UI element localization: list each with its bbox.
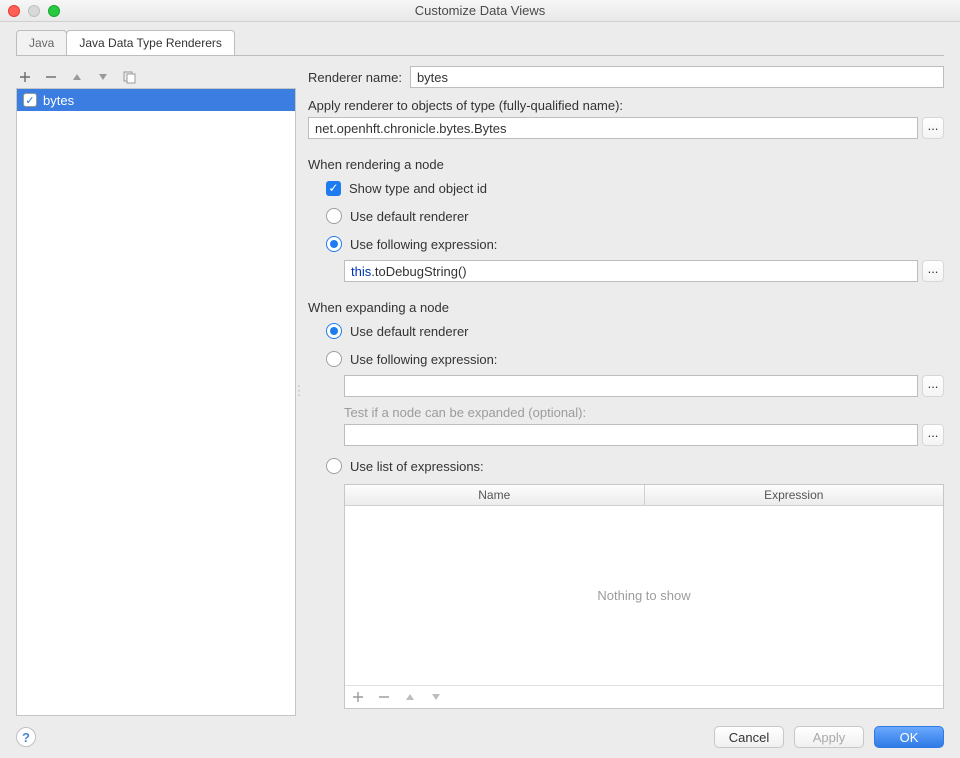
remove-icon[interactable] [44, 70, 58, 84]
expand-expression-label: Use following expression: [350, 352, 497, 367]
table-toolbar [345, 685, 943, 708]
copy-icon[interactable] [122, 70, 136, 84]
renderer-name-label: Renderer name: [308, 70, 402, 85]
dialog-buttons: ? Cancel Apply OK [0, 716, 960, 758]
ok-button[interactable]: OK [874, 726, 944, 748]
cancel-button[interactable]: Cancel [714, 726, 784, 748]
col-name[interactable]: Name [345, 485, 645, 505]
render-expression-label: Use following expression: [350, 237, 497, 252]
table-move-up-icon[interactable] [403, 690, 417, 704]
move-up-icon[interactable] [70, 70, 84, 84]
expand-expression-browse-button[interactable]: ... [922, 375, 944, 397]
renderer-list-pane: ✓ bytes [16, 66, 296, 716]
col-expression[interactable]: Expression [645, 485, 944, 505]
list-item-label: bytes [43, 93, 74, 108]
move-down-icon[interactable] [96, 70, 110, 84]
render-default-radio[interactable] [326, 208, 342, 224]
render-expression-input[interactable]: this.toDebugString() [344, 260, 918, 282]
test-expand-label: Test if a node can be expanded (optional… [308, 405, 944, 420]
apply-type-label: Apply renderer to objects of type (fully… [308, 98, 623, 113]
renderer-list[interactable]: ✓ bytes [16, 88, 296, 716]
main: ✓ bytes ⋮ Renderer name: Apply renderer … [0, 56, 960, 716]
expression-table: Name Expression Nothing to show [344, 484, 944, 709]
render-expression-radio[interactable] [326, 236, 342, 252]
render-expression-browse-button[interactable]: ... [922, 260, 944, 282]
apply-button[interactable]: Apply [794, 726, 864, 748]
tab-java-type-renderers[interactable]: Java Data Type Renderers [66, 30, 235, 55]
list-item-checkbox[interactable]: ✓ [23, 93, 37, 107]
expand-expression-radio[interactable] [326, 351, 342, 367]
table-empty-text: Nothing to show [345, 506, 943, 685]
show-type-checkbox[interactable]: ✓ [326, 181, 341, 196]
details-pane: Renderer name: Apply renderer to objects… [302, 66, 944, 716]
window-title: Customize Data Views [0, 3, 960, 18]
list-toolbar [16, 66, 296, 88]
use-list-label: Use list of expressions: [350, 459, 484, 474]
table-move-down-icon[interactable] [429, 690, 443, 704]
tab-java[interactable]: Java [16, 30, 67, 55]
table-remove-icon[interactable] [377, 690, 391, 704]
test-expand-input[interactable] [344, 424, 918, 446]
render-default-label: Use default renderer [350, 209, 469, 224]
expanding-node-header: When expanding a node [308, 300, 944, 315]
expand-default-label: Use default renderer [350, 324, 469, 339]
titlebar: Customize Data Views [0, 0, 960, 22]
list-item[interactable]: ✓ bytes [17, 89, 295, 111]
expand-default-radio[interactable] [326, 323, 342, 339]
use-list-radio[interactable] [326, 458, 342, 474]
rendering-node-header: When rendering a node [308, 157, 944, 172]
help-icon[interactable]: ? [16, 727, 36, 747]
type-fqn-input[interactable] [308, 117, 918, 139]
browse-type-button[interactable]: ... [922, 117, 944, 139]
tabs: Java Java Data Type Renderers [0, 22, 960, 55]
show-type-label: Show type and object id [349, 181, 487, 196]
table-add-icon[interactable] [351, 690, 365, 704]
expand-expression-input[interactable] [344, 375, 918, 397]
add-icon[interactable] [18, 70, 32, 84]
renderer-name-input[interactable] [410, 66, 944, 88]
test-expand-browse-button[interactable]: ... [922, 424, 944, 446]
